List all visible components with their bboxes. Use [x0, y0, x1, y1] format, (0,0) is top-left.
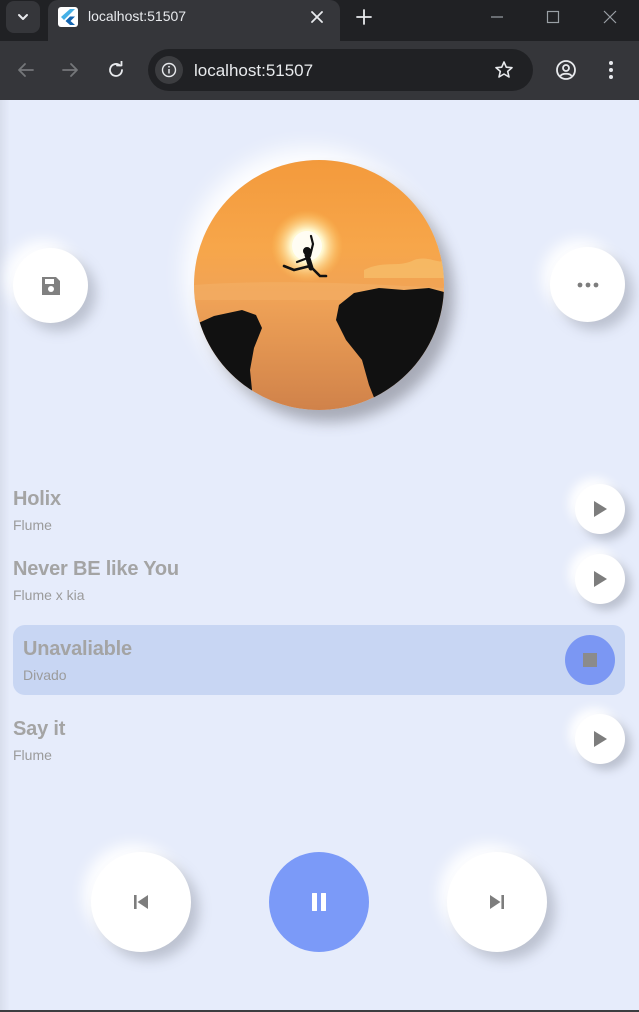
play-icon — [594, 571, 607, 587]
back-arrow-icon[interactable] — [12, 56, 40, 84]
chevron-down-icon — [18, 14, 28, 20]
close-window-icon[interactable] — [592, 4, 628, 30]
music-player-app: Holix Flume Never BE like You Flume x ki… — [0, 100, 639, 1010]
close-tab-icon[interactable] — [306, 6, 328, 28]
track-stop-button[interactable] — [565, 635, 615, 685]
stop-icon — [583, 653, 597, 667]
album-art — [194, 160, 444, 410]
save-icon — [41, 276, 60, 295]
skip-next-icon — [490, 895, 504, 909]
profile-icon[interactable] — [552, 56, 580, 84]
browser-menu-icon[interactable] — [597, 56, 625, 84]
track-title: Unavaliable — [23, 638, 132, 660]
track-play-button[interactable] — [575, 554, 625, 604]
browser-tab[interactable]: localhost:51507 — [48, 0, 340, 41]
minimize-icon[interactable] — [479, 4, 515, 30]
skip-previous-icon — [134, 895, 148, 909]
next-track-button[interactable] — [447, 852, 547, 952]
track-row[interactable]: Say it Flume — [13, 708, 625, 778]
tab-title: localhost:51507 — [88, 8, 187, 24]
track-artist: Divado — [23, 667, 67, 683]
new-tab-icon[interactable] — [350, 4, 378, 30]
more-horizontal-icon — [577, 282, 598, 287]
track-title: Holix — [13, 488, 61, 510]
maximize-icon[interactable] — [535, 4, 571, 30]
bookmark-star-icon[interactable] — [491, 57, 517, 83]
track-row[interactable]: Holix Flume — [13, 478, 625, 548]
play-icon — [594, 731, 607, 747]
track-title: Say it — [13, 718, 66, 740]
track-artist: Flume — [13, 517, 52, 533]
url-text: localhost:51507 — [194, 61, 314, 80]
forward-arrow-icon[interactable] — [56, 56, 84, 84]
track-row-active[interactable]: Unavaliable Divado — [13, 625, 625, 695]
address-bar[interactable]: localhost:51507 — [148, 49, 533, 91]
play-icon — [594, 501, 607, 517]
track-artist: Flume x kia — [13, 587, 85, 603]
site-info-icon[interactable] — [155, 56, 183, 84]
browser-toolbar: localhost:51507 — [0, 41, 639, 100]
browser-tab-strip: localhost:51507 — [0, 0, 639, 41]
reload-icon[interactable] — [102, 56, 130, 84]
flutter-favicon-icon — [58, 7, 78, 27]
track-artist: Flume — [13, 747, 52, 763]
tab-search-button[interactable] — [6, 1, 40, 33]
track-title: Never BE like You — [13, 558, 179, 580]
more-options-button[interactable] — [550, 247, 625, 322]
track-row[interactable]: Never BE like You Flume x kia — [13, 548, 625, 618]
track-play-button[interactable] — [575, 484, 625, 534]
track-play-button[interactable] — [575, 714, 625, 764]
pause-button[interactable] — [269, 852, 369, 952]
pause-icon — [312, 893, 326, 911]
save-button[interactable] — [13, 248, 88, 323]
previous-track-button[interactable] — [91, 852, 191, 952]
